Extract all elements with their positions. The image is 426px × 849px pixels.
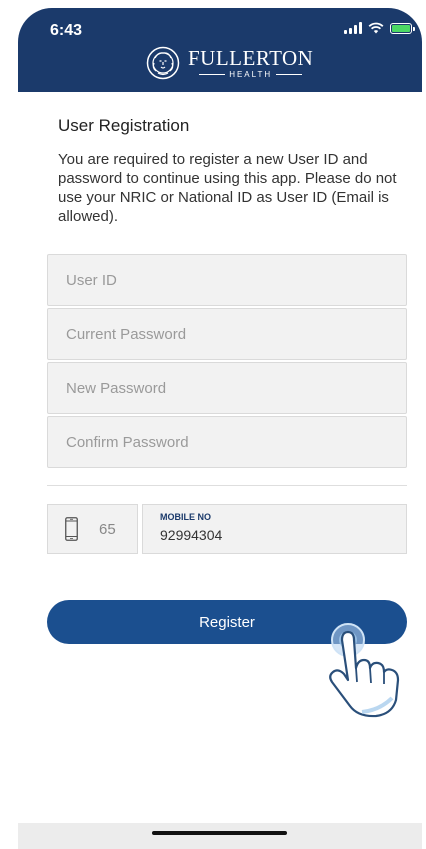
lion-logo-icon — [146, 46, 180, 80]
new-password-field-box — [47, 362, 407, 414]
brand-name: FULLERTON — [188, 46, 314, 70]
confirm-password-field-box — [47, 416, 407, 468]
brand-sub: HEALTH — [199, 70, 302, 79]
page-title: User Registration — [58, 116, 190, 135]
tap-hand-icon — [329, 623, 400, 718]
mobile-number-field[interactable]: MOBILE NO 92994304 — [142, 504, 407, 554]
phone-screen: 6:43 FULLERTON HEALTH User Registration … — [18, 8, 422, 849]
mobile-number-value: 92994304 — [160, 527, 223, 543]
wifi-icon — [368, 22, 384, 34]
current-password-field-box — [47, 308, 407, 360]
current-password-input[interactable] — [48, 309, 406, 359]
divider — [47, 485, 407, 486]
bottom-bar — [18, 823, 422, 849]
registration-instructions: You are required to register a new User … — [58, 151, 397, 225]
confirm-password-input[interactable] — [48, 417, 406, 467]
status-time: 6:43 — [50, 22, 83, 39]
mobile-phone-icon — [65, 517, 78, 541]
new-password-input[interactable] — [48, 363, 406, 413]
app-header: 6:43 FULLERTON HEALTH — [18, 8, 422, 92]
brand-logo: FULLERTON HEALTH — [146, 46, 313, 80]
user-id-field-box — [47, 254, 407, 306]
country-code-value: 65 — [99, 520, 116, 538]
mobile-number-label: MOBILE NO — [160, 512, 211, 522]
signal-icon — [344, 22, 362, 34]
user-id-input[interactable] — [48, 255, 406, 305]
status-icons — [344, 22, 415, 34]
home-indicator[interactable] — [152, 831, 287, 835]
battery-icon — [390, 22, 415, 34]
country-code-field[interactable]: 65 — [47, 504, 138, 554]
